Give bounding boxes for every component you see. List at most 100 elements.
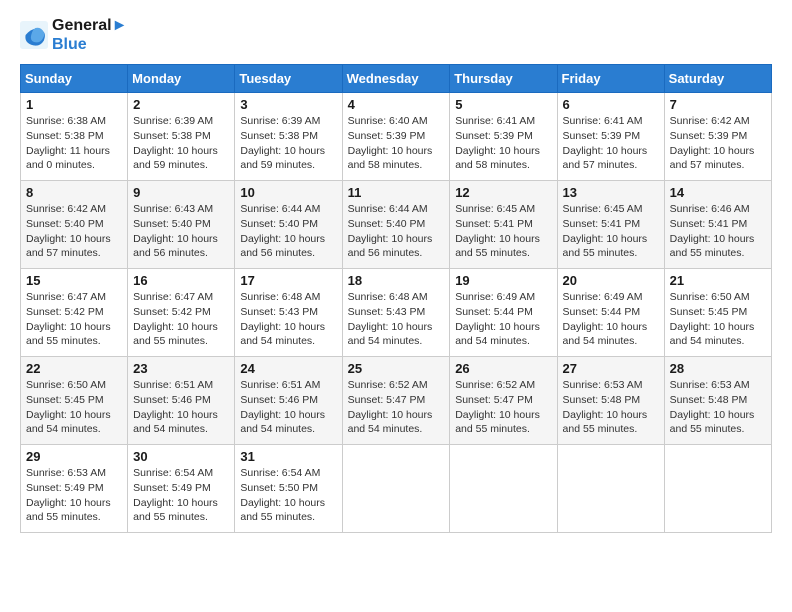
day-number: 5 — [455, 97, 551, 112]
day-cell — [557, 445, 664, 533]
day-number: 26 — [455, 361, 551, 376]
day-info: Sunrise: 6:48 AM Sunset: 5:43 PM Dayligh… — [348, 290, 445, 349]
day-cell: 15 Sunrise: 6:47 AM Sunset: 5:42 PM Dayl… — [21, 269, 128, 357]
day-info: Sunrise: 6:44 AM Sunset: 5:40 PM Dayligh… — [240, 202, 336, 261]
day-number: 16 — [133, 273, 229, 288]
day-number: 2 — [133, 97, 229, 112]
day-info: Sunrise: 6:38 AM Sunset: 5:38 PM Dayligh… — [26, 114, 122, 173]
day-info: Sunrise: 6:54 AM Sunset: 5:50 PM Dayligh… — [240, 466, 336, 525]
day-number: 15 — [26, 273, 122, 288]
day-number: 30 — [133, 449, 229, 464]
day-cell — [664, 445, 771, 533]
day-number: 29 — [26, 449, 122, 464]
day-info: Sunrise: 6:53 AM Sunset: 5:48 PM Dayligh… — [670, 378, 766, 437]
weekday-saturday: Saturday — [664, 65, 771, 93]
day-info: Sunrise: 6:45 AM Sunset: 5:41 PM Dayligh… — [563, 202, 659, 261]
day-cell: 18 Sunrise: 6:48 AM Sunset: 5:43 PM Dayl… — [342, 269, 450, 357]
week-row-4: 22 Sunrise: 6:50 AM Sunset: 5:45 PM Dayl… — [21, 357, 772, 445]
day-info: Sunrise: 6:52 AM Sunset: 5:47 PM Dayligh… — [455, 378, 551, 437]
day-cell: 11 Sunrise: 6:44 AM Sunset: 5:40 PM Dayl… — [342, 181, 450, 269]
day-number: 25 — [348, 361, 445, 376]
day-info: Sunrise: 6:47 AM Sunset: 5:42 PM Dayligh… — [26, 290, 122, 349]
day-cell: 7 Sunrise: 6:42 AM Sunset: 5:39 PM Dayli… — [664, 93, 771, 181]
day-number: 10 — [240, 185, 336, 200]
day-info: Sunrise: 6:42 AM Sunset: 5:40 PM Dayligh… — [26, 202, 122, 261]
day-info: Sunrise: 6:51 AM Sunset: 5:46 PM Dayligh… — [133, 378, 229, 437]
day-info: Sunrise: 6:43 AM Sunset: 5:40 PM Dayligh… — [133, 202, 229, 261]
day-info: Sunrise: 6:41 AM Sunset: 5:39 PM Dayligh… — [563, 114, 659, 173]
day-info: Sunrise: 6:50 AM Sunset: 5:45 PM Dayligh… — [670, 290, 766, 349]
day-cell: 23 Sunrise: 6:51 AM Sunset: 5:46 PM Dayl… — [128, 357, 235, 445]
day-number: 14 — [670, 185, 766, 200]
day-cell — [342, 445, 450, 533]
day-number: 18 — [348, 273, 445, 288]
day-cell — [450, 445, 557, 533]
day-cell: 31 Sunrise: 6:54 AM Sunset: 5:50 PM Dayl… — [235, 445, 342, 533]
calendar-table: SundayMondayTuesdayWednesdayThursdayFrid… — [20, 64, 772, 533]
day-number: 23 — [133, 361, 229, 376]
day-info: Sunrise: 6:50 AM Sunset: 5:45 PM Dayligh… — [26, 378, 122, 437]
day-cell: 14 Sunrise: 6:46 AM Sunset: 5:41 PM Dayl… — [664, 181, 771, 269]
day-number: 6 — [563, 97, 659, 112]
day-number: 24 — [240, 361, 336, 376]
day-number: 4 — [348, 97, 445, 112]
day-number: 21 — [670, 273, 766, 288]
day-cell: 22 Sunrise: 6:50 AM Sunset: 5:45 PM Dayl… — [21, 357, 128, 445]
day-cell: 12 Sunrise: 6:45 AM Sunset: 5:41 PM Dayl… — [450, 181, 557, 269]
day-info: Sunrise: 6:54 AM Sunset: 5:49 PM Dayligh… — [133, 466, 229, 525]
day-number: 1 — [26, 97, 122, 112]
weekday-monday: Monday — [128, 65, 235, 93]
day-cell: 10 Sunrise: 6:44 AM Sunset: 5:40 PM Dayl… — [235, 181, 342, 269]
day-info: Sunrise: 6:40 AM Sunset: 5:39 PM Dayligh… — [348, 114, 445, 173]
week-row-3: 15 Sunrise: 6:47 AM Sunset: 5:42 PM Dayl… — [21, 269, 772, 357]
day-cell: 25 Sunrise: 6:52 AM Sunset: 5:47 PM Dayl… — [342, 357, 450, 445]
day-cell: 1 Sunrise: 6:38 AM Sunset: 5:38 PM Dayli… — [21, 93, 128, 181]
logo: General► Blue — [20, 16, 127, 54]
day-cell: 16 Sunrise: 6:47 AM Sunset: 5:42 PM Dayl… — [128, 269, 235, 357]
day-number: 11 — [348, 185, 445, 200]
day-number: 7 — [670, 97, 766, 112]
day-cell: 19 Sunrise: 6:49 AM Sunset: 5:44 PM Dayl… — [450, 269, 557, 357]
day-cell: 28 Sunrise: 6:53 AM Sunset: 5:48 PM Dayl… — [664, 357, 771, 445]
day-cell: 24 Sunrise: 6:51 AM Sunset: 5:46 PM Dayl… — [235, 357, 342, 445]
day-cell: 6 Sunrise: 6:41 AM Sunset: 5:39 PM Dayli… — [557, 93, 664, 181]
day-info: Sunrise: 6:52 AM Sunset: 5:47 PM Dayligh… — [348, 378, 445, 437]
day-number: 31 — [240, 449, 336, 464]
day-cell: 5 Sunrise: 6:41 AM Sunset: 5:39 PM Dayli… — [450, 93, 557, 181]
day-cell: 26 Sunrise: 6:52 AM Sunset: 5:47 PM Dayl… — [450, 357, 557, 445]
day-number: 3 — [240, 97, 336, 112]
day-info: Sunrise: 6:49 AM Sunset: 5:44 PM Dayligh… — [455, 290, 551, 349]
weekday-friday: Friday — [557, 65, 664, 93]
weekday-thursday: Thursday — [450, 65, 557, 93]
day-info: Sunrise: 6:42 AM Sunset: 5:39 PM Dayligh… — [670, 114, 766, 173]
day-cell: 4 Sunrise: 6:40 AM Sunset: 5:39 PM Dayli… — [342, 93, 450, 181]
day-number: 17 — [240, 273, 336, 288]
day-info: Sunrise: 6:53 AM Sunset: 5:48 PM Dayligh… — [563, 378, 659, 437]
weekday-sunday: Sunday — [21, 65, 128, 93]
day-cell: 9 Sunrise: 6:43 AM Sunset: 5:40 PM Dayli… — [128, 181, 235, 269]
weekday-tuesday: Tuesday — [235, 65, 342, 93]
logo-text: General► Blue — [52, 16, 127, 54]
weekday-wednesday: Wednesday — [342, 65, 450, 93]
day-info: Sunrise: 6:45 AM Sunset: 5:41 PM Dayligh… — [455, 202, 551, 261]
day-info: Sunrise: 6:44 AM Sunset: 5:40 PM Dayligh… — [348, 202, 445, 261]
day-number: 27 — [563, 361, 659, 376]
day-cell: 27 Sunrise: 6:53 AM Sunset: 5:48 PM Dayl… — [557, 357, 664, 445]
day-info: Sunrise: 6:48 AM Sunset: 5:43 PM Dayligh… — [240, 290, 336, 349]
day-cell: 2 Sunrise: 6:39 AM Sunset: 5:38 PM Dayli… — [128, 93, 235, 181]
day-number: 19 — [455, 273, 551, 288]
week-row-2: 8 Sunrise: 6:42 AM Sunset: 5:40 PM Dayli… — [21, 181, 772, 269]
day-number: 9 — [133, 185, 229, 200]
day-info: Sunrise: 6:53 AM Sunset: 5:49 PM Dayligh… — [26, 466, 122, 525]
day-number: 8 — [26, 185, 122, 200]
week-row-1: 1 Sunrise: 6:38 AM Sunset: 5:38 PM Dayli… — [21, 93, 772, 181]
day-number: 28 — [670, 361, 766, 376]
day-info: Sunrise: 6:39 AM Sunset: 5:38 PM Dayligh… — [240, 114, 336, 173]
day-cell: 29 Sunrise: 6:53 AM Sunset: 5:49 PM Dayl… — [21, 445, 128, 533]
day-cell: 3 Sunrise: 6:39 AM Sunset: 5:38 PM Dayli… — [235, 93, 342, 181]
day-info: Sunrise: 6:47 AM Sunset: 5:42 PM Dayligh… — [133, 290, 229, 349]
day-info: Sunrise: 6:41 AM Sunset: 5:39 PM Dayligh… — [455, 114, 551, 173]
day-cell: 13 Sunrise: 6:45 AM Sunset: 5:41 PM Dayl… — [557, 181, 664, 269]
day-info: Sunrise: 6:46 AM Sunset: 5:41 PM Dayligh… — [670, 202, 766, 261]
day-cell: 8 Sunrise: 6:42 AM Sunset: 5:40 PM Dayli… — [21, 181, 128, 269]
